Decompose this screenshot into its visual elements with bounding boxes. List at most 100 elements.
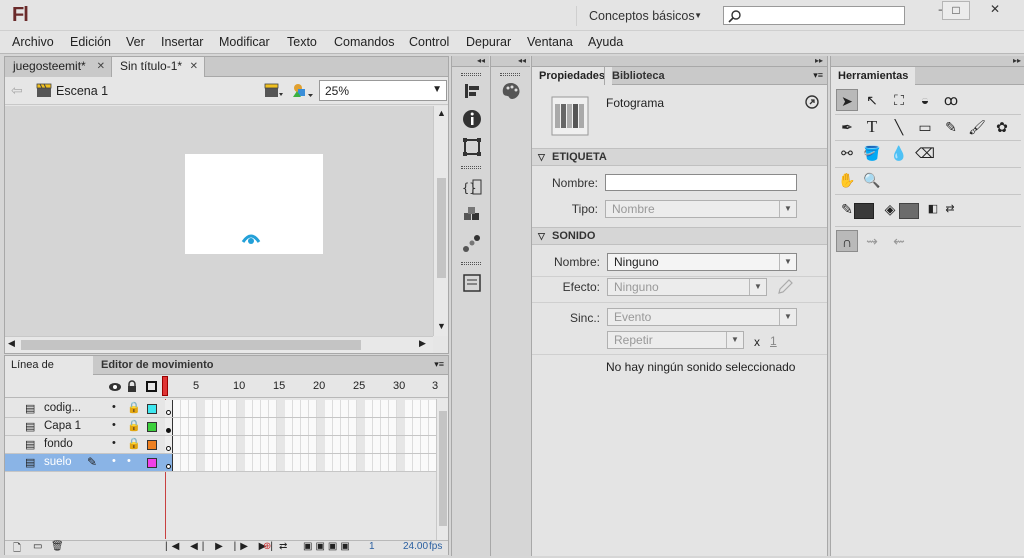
pen-tool-icon[interactable]: ✒	[836, 116, 858, 138]
lasso-tool-icon[interactable]: ꝏ	[940, 89, 962, 111]
section-sonido[interactable]: ▽ SONIDO	[532, 227, 827, 245]
lock-icon[interactable]: 🔒	[127, 401, 141, 414]
expand-arrows-icon[interactable]: ▸▸	[532, 56, 827, 67]
frames-row[interactable]	[165, 418, 485, 436]
visibility-toggle[interactable]: •	[112, 419, 116, 431]
menu-edicion[interactable]: Edición	[70, 35, 111, 49]
frame-name-input[interactable]	[605, 174, 797, 191]
menu-ayuda[interactable]: Ayuda	[588, 35, 623, 49]
3d-rotation-tool-icon[interactable]: ◒	[914, 89, 936, 111]
edit-symbols-icon[interactable]	[290, 82, 314, 100]
frames-row[interactable]	[165, 400, 485, 418]
tab-biblioteca[interactable]: Biblioteca	[604, 67, 672, 85]
layer-color-swatch[interactable]	[147, 458, 157, 468]
scroll-thumb[interactable]	[21, 340, 361, 350]
pencil-tool-icon[interactable]: ✎	[940, 116, 962, 138]
layer-row[interactable]: ▤ suelo ✎ • •	[5, 454, 485, 472]
workspace-switcher[interactable]: Conceptos básicos ▼	[576, 6, 716, 26]
sync-select[interactable]: Evento ▼	[607, 308, 797, 326]
fps-value[interactable]: 24.00	[403, 541, 428, 552]
tab-propiedades[interactable]: Propiedades	[532, 67, 613, 86]
scroll-up-icon[interactable]: ▲	[437, 108, 446, 118]
stage[interactable]	[185, 154, 323, 254]
lock-toggle[interactable]: •	[127, 455, 131, 467]
smooth-icon[interactable]: ⇝	[861, 230, 883, 252]
playhead[interactable]	[162, 376, 168, 396]
scroll-thumb[interactable]	[439, 411, 447, 526]
loop-icon[interactable]: ⇄	[279, 541, 287, 552]
layer-color-swatch[interactable]	[147, 404, 157, 414]
paint-bucket-tool-icon[interactable]: 🪣	[861, 142, 883, 164]
visibility-toggle[interactable]: •	[112, 437, 116, 449]
swap-colors-icon[interactable]: ⇄	[939, 198, 961, 220]
layer-color-swatch[interactable]	[147, 440, 157, 450]
menu-control[interactable]: Control	[409, 35, 449, 49]
menu-archivo[interactable]: Archivo	[12, 35, 54, 49]
actions-icon[interactable]: {}	[461, 176, 483, 198]
effect-select[interactable]: Ninguno ▼	[607, 278, 767, 296]
expand-arrows-icon[interactable]: ▸▸	[831, 56, 1024, 67]
menu-ventana[interactable]: Ventana	[527, 35, 573, 49]
line-tool-icon[interactable]: ╲	[888, 116, 910, 138]
repeat-select[interactable]: Repetir ▼	[607, 331, 744, 349]
keyframe[interactable]	[165, 418, 173, 435]
eye-icon[interactable]	[108, 382, 122, 392]
color-palette-icon[interactable]	[500, 80, 522, 102]
scroll-thumb[interactable]	[437, 178, 446, 278]
motion-presets-icon[interactable]	[461, 232, 483, 254]
keyframe[interactable]	[165, 436, 173, 453]
layer-header[interactable]: ▤ suelo ✎ • •	[5, 454, 165, 472]
lock-icon[interactable]	[127, 380, 137, 392]
align-icon[interactable]	[461, 80, 483, 102]
subselection-tool-icon[interactable]: ↖	[861, 89, 883, 111]
components-icon[interactable]	[461, 204, 483, 226]
menu-ver[interactable]: Ver	[126, 35, 145, 49]
scroll-left-icon[interactable]: ◀	[8, 338, 15, 349]
stroke-color-swatch[interactable]	[854, 203, 874, 219]
new-layer-icon[interactable]: 🗋	[13, 541, 21, 558]
history-icon[interactable]	[461, 272, 483, 294]
eyedropper-tool-icon[interactable]: 💧	[888, 142, 910, 164]
menu-texto[interactable]: Texto	[287, 35, 317, 49]
bone-tool-icon[interactable]: ⚯	[836, 142, 858, 164]
collapse-arrows-icon[interactable]: ◂◂	[491, 56, 530, 67]
frames-row[interactable]	[165, 454, 485, 472]
scroll-down-icon[interactable]: ▼	[437, 321, 446, 331]
playback-controls[interactable]: |◀ ◀| ▶ |▶ ▶|	[165, 541, 277, 552]
grip-handle[interactable]	[461, 73, 481, 76]
transform-icon[interactable]	[461, 136, 483, 158]
horizontal-scrollbar[interactable]: ◀ ▶	[5, 336, 433, 353]
layer-header[interactable]: ▤ fondo • 🔒	[5, 436, 165, 454]
layer-name[interactable]: Capa 1	[44, 420, 81, 432]
fill-color-swatch[interactable]	[899, 203, 919, 219]
visibility-toggle[interactable]: •	[112, 455, 116, 467]
tab-linea-de-tiempo[interactable]: Línea de tiempo	[5, 356, 93, 390]
lock-icon[interactable]: 🔒	[127, 419, 141, 432]
hand-tool-icon[interactable]: ✋	[836, 169, 858, 191]
text-tool-icon[interactable]: T	[861, 116, 883, 138]
pasteboard[interactable]	[5, 106, 433, 336]
edit-pencil-icon[interactable]	[776, 279, 794, 295]
close-button[interactable]: ✕	[972, 1, 1018, 20]
doc-tab-juegosteemit[interactable]: juegosteemit* ✕	[5, 57, 112, 77]
panel-menu-icon[interactable]: ▾≡	[813, 70, 823, 81]
menu-modificar[interactable]: Modificar	[219, 35, 270, 49]
layer-header[interactable]: ▤ Capa 1 • 🔒	[5, 418, 165, 436]
keyframe[interactable]	[165, 454, 173, 471]
help-link-icon[interactable]	[805, 95, 819, 109]
menu-comandos[interactable]: Comandos	[334, 35, 394, 49]
maximize-button[interactable]: □	[942, 1, 970, 20]
brush-tool-icon[interactable]: 🖌	[966, 116, 988, 138]
menu-depurar[interactable]: Depurar	[466, 35, 511, 49]
grip-handle[interactable]	[461, 262, 481, 265]
onion-markers-icons[interactable]: ▣▣▣▣	[303, 541, 353, 552]
layer-name[interactable]: codig...	[44, 402, 81, 414]
edit-scene-icon[interactable]	[264, 83, 284, 99]
outline-icon[interactable]	[146, 381, 157, 392]
layer-row[interactable]: ▤ codig... • 🔒	[5, 400, 485, 418]
repeat-count[interactable]: 1	[770, 334, 777, 348]
collapse-arrows-icon[interactable]: ◂◂	[452, 56, 489, 67]
rectangle-tool-icon[interactable]: ▭	[914, 116, 936, 138]
layer-color-swatch[interactable]	[147, 422, 157, 432]
search-input[interactable]	[723, 6, 905, 25]
